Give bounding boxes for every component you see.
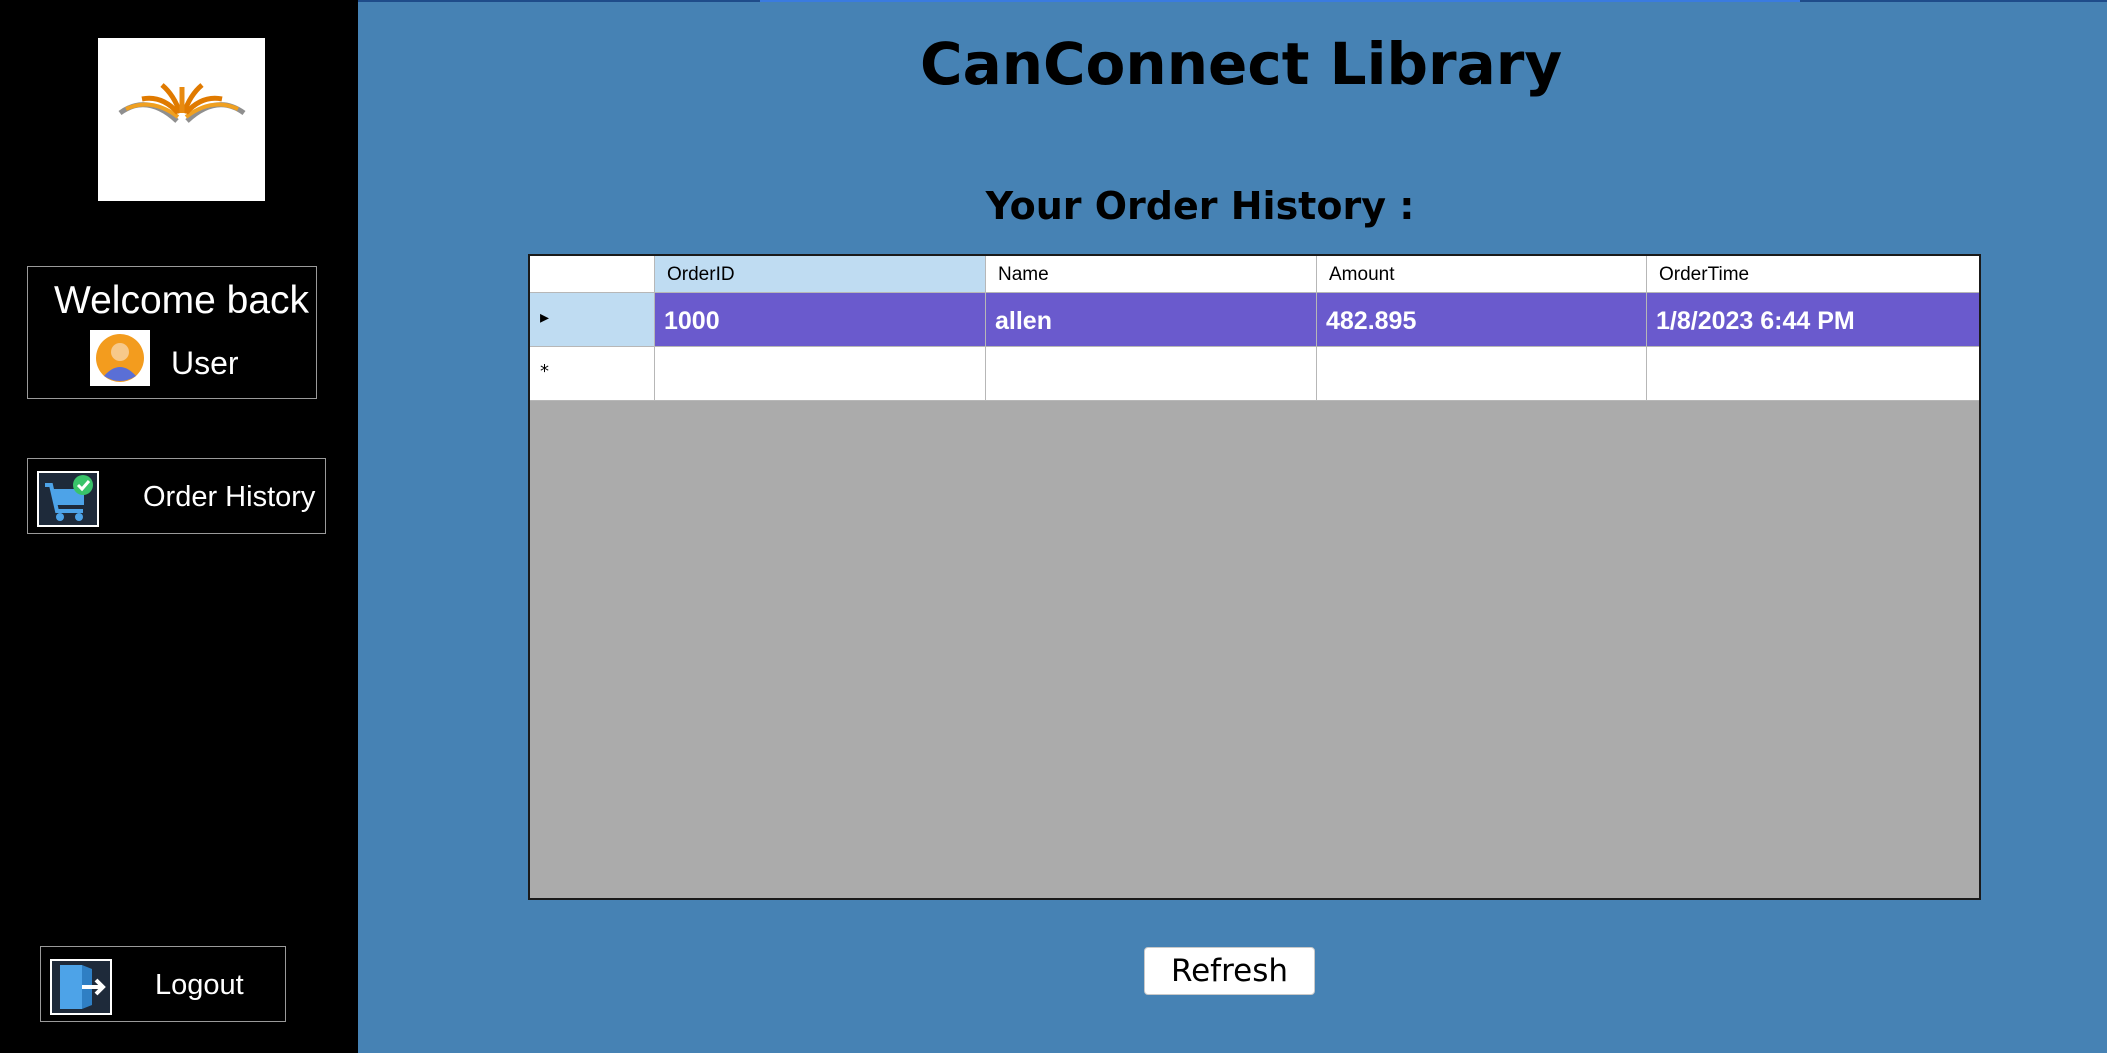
column-header-ordertime[interactable]: OrderTime (1647, 256, 1979, 293)
window-top-highlight (760, 0, 1800, 2)
logout-label: Logout (155, 969, 244, 1001)
refresh-button[interactable]: Refresh (1144, 947, 1315, 995)
section-title: Your Order History : (985, 184, 1415, 228)
order-history-button[interactable]: Order History (27, 458, 326, 534)
new-cell-ordertime[interactable] (1647, 347, 1979, 401)
new-row-marker: * (540, 361, 549, 382)
new-row-header[interactable]: * (530, 347, 655, 401)
cell-amount[interactable]: 482.895 (1317, 293, 1647, 347)
logout-button[interactable]: Logout (40, 946, 286, 1022)
new-cell-amount[interactable] (1317, 347, 1647, 401)
sidebar: Welcome back User Order History Logout (0, 0, 358, 1053)
welcome-text: Welcome back (54, 279, 310, 322)
new-row[interactable]: * (530, 347, 1979, 401)
column-header-orderid[interactable]: OrderID (655, 256, 986, 293)
table-row[interactable]: ▸ 1000 allen 482.895 1/8/2023 6:44 PM (530, 293, 1979, 347)
column-header-amount[interactable]: Amount (1317, 256, 1647, 293)
cart-check-icon (37, 471, 99, 527)
cell-name[interactable]: allen (986, 293, 1317, 347)
cell-orderid[interactable]: 1000 (655, 293, 986, 347)
new-cell-orderid[interactable] (655, 347, 986, 401)
logout-door-icon (50, 959, 112, 1015)
order-history-label: Order History (143, 481, 316, 513)
new-cell-name[interactable] (986, 347, 1317, 401)
welcome-panel: Welcome back User (27, 266, 317, 399)
current-row-marker-icon: ▸ (540, 307, 550, 328)
cell-ordertime[interactable]: 1/8/2023 6:44 PM (1647, 293, 1979, 347)
user-name: User (171, 345, 239, 381)
grid-corner-cell[interactable] (530, 256, 655, 293)
app-title: CanConnect Library (920, 30, 1563, 98)
grid-header: OrderID Name Amount OrderTime (530, 256, 1979, 294)
order-history-grid[interactable]: OrderID Name Amount OrderTime ▸ 1000 all… (528, 254, 1981, 900)
column-header-name[interactable]: Name (986, 256, 1317, 293)
open-book-logo-icon (118, 83, 246, 123)
row-header[interactable]: ▸ (530, 293, 655, 347)
user-avatar-icon (90, 330, 150, 386)
logo (98, 38, 265, 201)
